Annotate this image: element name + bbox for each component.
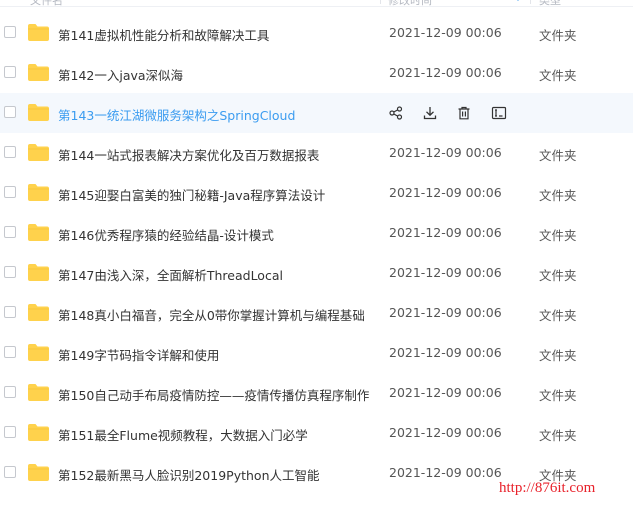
rename-icon[interactable] (489, 103, 509, 123)
file-name[interactable]: 第142一入java深似海 (58, 65, 183, 84)
file-type: 文件夹 (539, 388, 577, 403)
list-header: 文件名 修改时间 类型 (0, 0, 633, 7)
row-checkbox[interactable] (4, 66, 16, 78)
modified-time: 2021-12-09 00:06 (389, 265, 502, 280)
file-name[interactable]: 第151最全Flume视频教程，大数据入门必学 (58, 425, 308, 444)
file-row-hovered[interactable]: 第143一统江湖微服务架构之SpringCloud (0, 93, 633, 133)
folder-icon (28, 384, 49, 401)
row-checkbox[interactable] (4, 266, 16, 278)
folder-icon (28, 24, 49, 41)
row-checkbox[interactable] (4, 426, 16, 438)
file-row[interactable]: 第150自己动手布局疫情防控——疫情传播仿真程序制作 2021-12-09 00… (0, 373, 633, 413)
folder-icon (28, 344, 49, 361)
file-name[interactable]: 第143一统江湖微服务架构之SpringCloud (58, 105, 295, 124)
file-type: 文件夹 (539, 148, 577, 163)
modified-time: 2021-12-09 00:06 (389, 465, 502, 480)
file-row[interactable]: 第142一入java深似海 2021-12-09 00:06 文件夹 (0, 53, 633, 93)
download-icon[interactable] (420, 103, 440, 123)
file-type: 文件夹 (539, 308, 577, 323)
file-type: 文件夹 (539, 188, 577, 203)
row-checkbox[interactable] (4, 226, 16, 238)
file-type: 文件夹 (539, 428, 577, 443)
modified-time: 2021-12-09 00:06 (389, 305, 502, 320)
file-name[interactable]: 第149字节码指令详解和使用 (58, 345, 219, 364)
file-name[interactable]: 第147由浅入深，全面解析ThreadLocal (58, 265, 283, 284)
column-divider (380, 0, 381, 4)
file-type: 文件夹 (539, 28, 577, 43)
folder-icon (28, 104, 49, 121)
folder-icon (28, 424, 49, 441)
row-checkbox[interactable] (4, 466, 16, 478)
row-checkbox[interactable] (4, 26, 16, 38)
file-row[interactable]: 第148真小白福音，完全从0带你掌握计算机与编程基础 2021-12-09 00… (0, 293, 633, 333)
modified-time: 2021-12-09 00:06 (389, 25, 502, 40)
file-type: 文件夹 (539, 348, 577, 363)
row-checkbox[interactable] (4, 386, 16, 398)
folder-icon (28, 464, 49, 481)
folder-icon (28, 224, 49, 241)
folder-icon (28, 184, 49, 201)
row-checkbox[interactable] (4, 306, 16, 318)
column-header-time[interactable]: 修改时间 (388, 0, 432, 8)
watermark: http://876it.com (499, 480, 596, 496)
file-row[interactable]: 第144一站式报表解决方案优化及百万数据报表 2021-12-09 00:06 … (0, 133, 633, 173)
file-row[interactable]: 第149字节码指令详解和使用 2021-12-09 00:06 文件夹 (0, 333, 633, 373)
modified-time: 2021-12-09 00:06 (389, 185, 502, 200)
file-name[interactable]: 第150自己动手布局疫情防控——疫情传播仿真程序制作 (58, 385, 369, 404)
file-name[interactable]: 第152最新黑马人脸识别2019Python人工智能 (58, 465, 320, 484)
modified-time: 2021-12-09 00:06 (389, 385, 502, 400)
column-header-type[interactable]: 类型 (539, 0, 561, 8)
file-row[interactable]: 第147由浅入深，全面解析ThreadLocal 2021-12-09 00:0… (0, 253, 633, 293)
file-type: 文件夹 (539, 228, 577, 243)
file-list: 第141虚拟机性能分析和故障解决工具 2021-12-09 00:06 文件夹 … (0, 13, 633, 493)
share-icon[interactable] (386, 103, 406, 123)
delete-icon[interactable] (454, 103, 474, 123)
sort-icon[interactable] (512, 0, 524, 4)
row-checkbox[interactable] (4, 346, 16, 358)
file-row[interactable]: 第151最全Flume视频教程，大数据入门必学 2021-12-09 00:06… (0, 413, 633, 453)
row-checkbox[interactable] (4, 146, 16, 158)
file-row[interactable]: 第145迎娶白富美的独门秘籍-Java程序算法设计 2021-12-09 00:… (0, 173, 633, 213)
file-name[interactable]: 第141虚拟机性能分析和故障解决工具 (58, 25, 269, 44)
column-divider (530, 0, 531, 4)
modified-time: 2021-12-09 00:06 (389, 425, 502, 440)
folder-icon (28, 64, 49, 81)
file-name[interactable]: 第144一站式报表解决方案优化及百万数据报表 (58, 145, 319, 164)
row-checkbox[interactable] (4, 106, 16, 118)
folder-icon (28, 144, 49, 161)
modified-time: 2021-12-09 00:06 (389, 145, 502, 160)
column-header-name[interactable]: 文件名 (30, 0, 63, 8)
file-name[interactable]: 第146优秀程序猿的经验结晶-设计模式 (58, 225, 274, 244)
file-row[interactable]: 第146优秀程序猿的经验结晶-设计模式 2021-12-09 00:06 文件夹 (0, 213, 633, 253)
modified-time: 2021-12-09 00:06 (389, 225, 502, 240)
file-name[interactable]: 第148真小白福音，完全从0带你掌握计算机与编程基础 (58, 305, 365, 324)
file-list-page: 文件名 修改时间 类型 第141虚拟机性能分析和故障解决工具 2021-12-0… (0, 0, 633, 508)
folder-icon (28, 304, 49, 321)
modified-time: 2021-12-09 00:06 (389, 345, 502, 360)
file-name[interactable]: 第145迎娶白富美的独门秘籍-Java程序算法设计 (58, 185, 325, 204)
modified-time: 2021-12-09 00:06 (389, 65, 502, 80)
file-type: 文件夹 (539, 68, 577, 83)
folder-icon (28, 264, 49, 281)
row-checkbox[interactable] (4, 186, 16, 198)
file-row[interactable]: 第141虚拟机性能分析和故障解决工具 2021-12-09 00:06 文件夹 (0, 13, 633, 53)
file-type: 文件夹 (539, 268, 577, 283)
